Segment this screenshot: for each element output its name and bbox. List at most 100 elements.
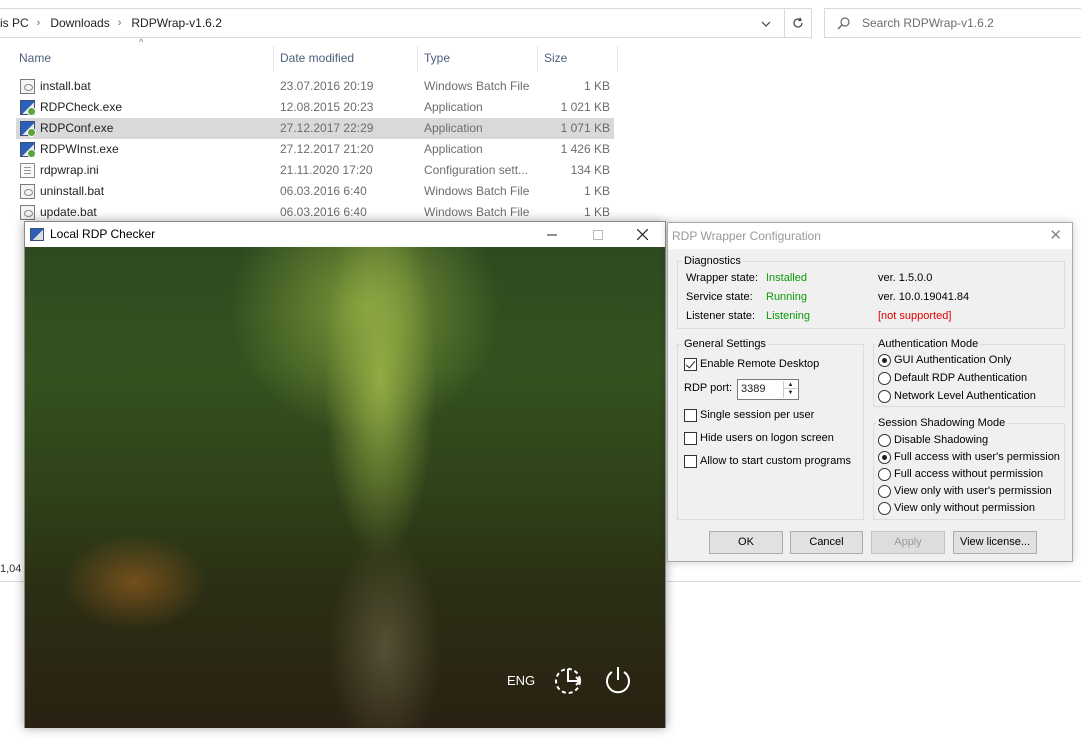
general-settings-label: General Settings [682, 338, 768, 350]
close-button[interactable] [619, 222, 665, 247]
file-row[interactable]: install.bat 23.07.2016 20:19 Windows Bat… [16, 76, 614, 97]
hide-users-checkbox[interactable] [684, 432, 697, 445]
file-type: Configuration sett... [424, 163, 529, 177]
file-type: Windows Batch File [424, 184, 530, 198]
shadow-option-label[interactable]: Full access with user's permission [894, 451, 1060, 463]
file-size: 1 426 KB [560, 142, 610, 156]
refresh-icon[interactable] [784, 9, 811, 37]
column-header-size[interactable]: Size [536, 46, 567, 70]
breadcrumb-separator-icon[interactable]: › [118, 17, 122, 29]
remote-desktop-view[interactable]: ENG [25, 247, 665, 728]
title-bar[interactable]: Local RDP Checker [25, 222, 665, 247]
file-date: 21.11.2020 17:20 [280, 163, 373, 177]
shadow-option-radio[interactable] [878, 468, 891, 481]
listener-state-value: Listening [766, 310, 811, 322]
hide-users-label[interactable]: Hide users on logon screen [700, 432, 834, 444]
window-title: Local RDP Checker [50, 227, 156, 241]
file-row-selected[interactable]: RDPConf.exe 27.12.2017 22:29 Application… [16, 118, 614, 139]
ok-button[interactable]: OK [709, 531, 783, 554]
breadcrumb-separator-icon[interactable]: › [37, 17, 41, 29]
rdp-port-stepper[interactable]: 3389 ▲ ▼ [737, 379, 799, 400]
batch-file-icon [20, 184, 35, 199]
config-file-icon [20, 163, 35, 178]
auth-option-radio[interactable] [878, 390, 891, 403]
breadcrumb-this-pc[interactable]: is PC [0, 16, 29, 30]
column-header-date[interactable]: Date modified [272, 46, 354, 70]
auth-option-label[interactable]: Network Level Authentication [894, 390, 1036, 402]
service-state-value: Running [766, 291, 807, 303]
port-spinner[interactable]: ▲ ▼ [783, 381, 797, 398]
language-indicator[interactable]: ENG [507, 673, 535, 688]
address-bar[interactable]: is PC › Downloads › RDPWrap-v1.6.2 [0, 8, 812, 38]
shadow-option-radio[interactable] [878, 485, 891, 498]
single-session-label[interactable]: Single session per user [700, 409, 814, 421]
search-icon [837, 16, 850, 29]
minimize-button[interactable] [529, 222, 575, 247]
column-headers: Name Date modified Type Size [0, 46, 620, 72]
rdp-checker-window: Local RDP Checker ENG [24, 221, 666, 728]
column-header-type[interactable]: Type [416, 46, 450, 70]
breadcrumb-downloads[interactable]: Downloads [50, 16, 109, 30]
file-row[interactable]: RDPCheck.exe 12.08.2015 20:23 Applicatio… [16, 97, 614, 118]
apply-button[interactable]: Apply [871, 531, 945, 554]
file-size: 1 021 KB [560, 100, 610, 114]
listener-state-label: Listener state: [686, 310, 756, 322]
close-button[interactable]: ✕ [1049, 223, 1062, 249]
shadow-option-label[interactable]: Full access without permission [894, 468, 1043, 480]
shadow-option-radio[interactable] [878, 451, 891, 464]
custom-programs-label[interactable]: Allow to start custom programs [700, 455, 851, 467]
wrapper-version: ver. 1.5.0.0 [878, 272, 933, 284]
rdp-port-value[interactable]: 3389 [741, 383, 765, 395]
shadow-option-radio[interactable] [878, 434, 891, 447]
spin-up-icon[interactable]: ▲ [784, 381, 797, 389]
file-type: Windows Batch File [424, 79, 530, 93]
enable-remote-desktop-label[interactable]: Enable Remote Desktop [700, 358, 819, 370]
ease-of-access-icon[interactable] [553, 664, 585, 699]
enable-remote-desktop-checkbox[interactable] [684, 358, 697, 371]
file-row[interactable]: rdpwrap.ini 21.11.2020 17:20 Configurati… [16, 160, 614, 181]
file-row[interactable]: update.bat 06.03.2016 6:40 Windows Batch… [16, 202, 614, 223]
file-name: rdpwrap.ini [40, 163, 99, 177]
application-icon [20, 100, 36, 116]
wrapper-state-value: Installed [766, 272, 807, 284]
power-icon[interactable] [602, 664, 634, 699]
shadow-option-radio[interactable] [878, 502, 891, 515]
auth-option-label[interactable]: GUI Authentication Only [894, 354, 1011, 366]
file-date: 27.12.2017 22:29 [280, 121, 374, 135]
custom-programs-checkbox[interactable] [684, 455, 697, 468]
auth-option-label[interactable]: Default RDP Authentication [894, 372, 1027, 384]
file-name: update.bat [40, 205, 97, 219]
column-header-name[interactable]: Name [11, 46, 51, 70]
file-size: 1 KB [583, 205, 610, 219]
title-bar[interactable]: RDP Wrapper Configuration ✕ [668, 223, 1072, 249]
column-divider[interactable] [617, 46, 618, 72]
single-session-checkbox[interactable] [684, 409, 697, 422]
search-input[interactable]: Search RDPWrap-v1.6.2 [824, 8, 1081, 38]
chevron-down-icon[interactable] [755, 15, 777, 33]
file-date: 06.03.2016 6:40 [280, 205, 367, 219]
auth-option-radio[interactable] [878, 354, 891, 367]
file-row[interactable]: uninstall.bat 06.03.2016 6:40 Windows Ba… [16, 181, 614, 202]
listener-support-note: [not supported] [878, 310, 952, 322]
shadow-option-label[interactable]: View only with user's permission [894, 485, 1052, 497]
file-list: install.bat 23.07.2016 20:19 Windows Bat… [16, 76, 614, 223]
view-license-button[interactable]: View license... [953, 531, 1037, 554]
file-row[interactable]: RDPWInst.exe 27.12.2017 21:20 Applicatio… [16, 139, 614, 160]
rdp-wrapper-config-window: RDP Wrapper Configuration ✕ Diagnostics … [667, 222, 1073, 562]
diagnostics-label: Diagnostics [682, 255, 743, 267]
file-type: Application [424, 100, 483, 114]
shadow-option-label[interactable]: Disable Shadowing [894, 434, 988, 446]
shadowing-mode-label: Session Shadowing Mode [876, 417, 1008, 429]
auth-option-radio[interactable] [878, 372, 891, 385]
file-date: 27.12.2017 21:20 [280, 142, 374, 156]
maximize-button[interactable] [575, 222, 621, 247]
status-bar-size: 1,04 [0, 563, 22, 575]
cancel-button[interactable]: Cancel [790, 531, 863, 554]
wrapper-state-label: Wrapper state: [686, 272, 758, 284]
service-state-label: Service state: [686, 291, 753, 303]
shadow-option-label[interactable]: View only without permission [894, 502, 1035, 514]
spin-down-icon[interactable]: ▼ [784, 389, 797, 397]
file-type: Application [424, 121, 483, 135]
breadcrumb-rdpwrap[interactable]: RDPWrap-v1.6.2 [131, 16, 221, 30]
file-size: 1 KB [583, 79, 610, 93]
